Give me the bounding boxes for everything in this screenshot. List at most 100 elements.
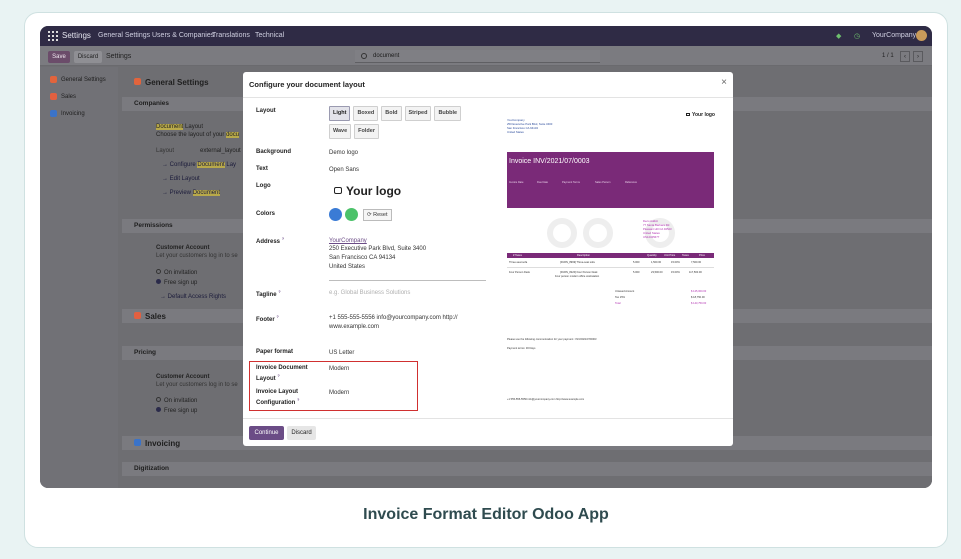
reset-colors-button[interactable]: ⟳ Reset: [363, 209, 392, 221]
invoicing-icon: [134, 439, 141, 446]
general-settings-icon: [50, 76, 57, 83]
preview-col: Taxes: [682, 254, 689, 257]
close-icon[interactable]: ×: [721, 77, 727, 88]
radio-icon: [156, 269, 161, 274]
image-caption: Invoice Format Editor Odoo App: [363, 506, 609, 523]
preview-header-field: Sales Person: [595, 181, 611, 184]
logo-label: Logo: [256, 183, 271, 189]
preview-payment-terms: Payment terms: 30 Days: [507, 347, 536, 350]
address-line-1: 250 Executive Park Blvd, Suite 3400: [329, 246, 427, 252]
layout-label: Layout: [256, 108, 276, 114]
sidebar-item-sales[interactable]: Sales: [50, 93, 76, 100]
primary-color-swatch[interactable]: [329, 208, 342, 221]
sidebar-item-label: Invoicing: [61, 111, 85, 118]
preview-company-line: United States: [507, 130, 524, 134]
preview-table-header: # Taxes Description Quantity Unit Price …: [507, 253, 714, 258]
discard-button[interactable]: Discard: [74, 51, 102, 63]
document-layout-dialog: Configure your document layout × Layout …: [243, 72, 733, 446]
pricing-heading: Pricing: [134, 349, 157, 356]
free-signup-radio-2[interactable]: Free sign up: [156, 407, 197, 414]
sidebar-item-label: General Settings: [61, 77, 106, 84]
sidebar-item-invoicing[interactable]: Invoicing: [50, 110, 85, 117]
dialog-divider: [243, 97, 733, 98]
avatar[interactable]: [916, 30, 927, 41]
menu-technical[interactable]: Technical: [255, 32, 284, 39]
preview-col: Price: [699, 254, 705, 257]
paper-format-select[interactable]: US Letter: [329, 349, 354, 358]
company-switcher[interactable]: YourCompany: [872, 32, 916, 39]
customer-account-title: Customer Account: [156, 245, 210, 251]
footer-line-2[interactable]: www.example.com: [329, 323, 379, 332]
menu-translations[interactable]: Translations: [212, 32, 250, 39]
page-title: Settings: [106, 53, 132, 60]
colors-label: Colors: [256, 211, 276, 217]
dialog-footer-divider: [243, 418, 733, 419]
background-select[interactable]: Demo logo: [329, 149, 358, 158]
footer-line-1[interactable]: +1 555-555-5556 info@yourcompany.com htt…: [329, 314, 458, 323]
layout-option-boxed[interactable]: Boxed: [353, 106, 379, 121]
digitization-heading: Digitization: [134, 465, 170, 472]
layout-option-bubble[interactable]: Bubble: [434, 106, 462, 121]
chat-icon[interactable]: ◆: [836, 32, 841, 40]
preview-row-divider: [507, 267, 714, 268]
preview-footer: +1 555-555-5556 info@yourcompany.com htt…: [507, 398, 585, 401]
free-signup-radio[interactable]: Free sign up: [156, 279, 197, 286]
camera-icon: [334, 187, 342, 194]
preview-header-field: Payment Terms: [562, 181, 580, 184]
save-button[interactable]: Save: [48, 51, 70, 63]
companies-heading: Companies: [134, 100, 170, 107]
tagline-input[interactable]: e.g. Global Business Solutions: [329, 289, 410, 298]
preview-col: # Taxes: [513, 254, 522, 257]
dialog-discard-button[interactable]: Discard: [287, 426, 316, 440]
preview-payment-note: Please use the following communication f…: [507, 338, 597, 341]
on-invitation-radio[interactable]: On invitation: [156, 269, 197, 276]
reset-icon: ⟳: [367, 212, 372, 218]
layout-option-light[interactable]: Light: [329, 106, 351, 121]
text-font-select[interactable]: Open Sans: [329, 166, 359, 175]
customer-account-title-2: Customer Account: [156, 374, 210, 380]
camera-icon: [686, 113, 691, 116]
tagline-label: Tagline ?: [256, 289, 281, 298]
preview-col: Description: [577, 254, 590, 257]
preview-document-link[interactable]: → Preview Document: [162, 190, 221, 196]
edit-layout-link[interactable]: → Edit Layout: [162, 176, 200, 182]
apps-menu-icon[interactable]: [48, 31, 58, 41]
layout-option-folder[interactable]: Folder: [354, 124, 379, 139]
sidebar-item-general-settings[interactable]: General Settings: [50, 76, 106, 83]
invoicing-icon: [50, 110, 57, 117]
menu-general-settings[interactable]: General Settings: [98, 32, 150, 39]
preview-watermark-circle: [583, 218, 613, 248]
continue-button[interactable]: Continue: [249, 426, 284, 440]
sidebar-item-label: Sales: [61, 94, 77, 101]
pager-prev-icon[interactable]: ‹: [900, 51, 910, 62]
on-invitation-radio-2[interactable]: On invitation: [156, 397, 197, 404]
preview-partner-line: US12345677: [643, 235, 660, 239]
sales-heading: Sales: [134, 312, 166, 321]
layout-option-wave[interactable]: Wave: [329, 124, 352, 139]
brand-label[interactable]: Settings: [62, 31, 91, 40]
search-input[interactable]: document: [355, 50, 600, 63]
pager-value: 1 / 1: [882, 53, 894, 59]
settings-sidebar: [40, 67, 118, 488]
default-access-rights-link[interactable]: → Default Access Rights: [160, 294, 226, 300]
address-label: Address ?: [256, 236, 285, 245]
top-navbar: Settings General Settings Users & Compan…: [40, 26, 932, 46]
search-icon: [361, 53, 367, 59]
layout-option-bold[interactable]: Bold: [381, 106, 402, 121]
document-layout-title: Document Layout: [156, 124, 204, 130]
invoicing-heading: Invoicing: [134, 439, 180, 448]
permissions-heading: Permissions: [134, 222, 173, 229]
logo-upload[interactable]: Your logo: [334, 184, 401, 198]
customer-account-desc: Let your customers log in to se: [156, 253, 238, 259]
layout-options: Light Boxed Bold Striped Bubble Wave Folder: [329, 106, 479, 142]
invoice-preview: YourCompany 250 Executive Park Blvd, Sui…: [505, 104, 715, 412]
activity-icon[interactable]: ◷: [854, 32, 860, 40]
layout-option-striped[interactable]: Striped: [404, 106, 432, 121]
menu-users-companies[interactable]: Users & Companies: [152, 32, 214, 39]
preview-invoice-title: Invoice INV/2021/07/0003: [509, 158, 590, 165]
configure-document-layout-link[interactable]: → Configure Document Lay: [162, 162, 236, 168]
secondary-color-swatch[interactable]: [345, 208, 358, 221]
pager-next-icon[interactable]: ›: [913, 51, 923, 62]
highlight-box: [249, 361, 418, 411]
address-divider: [329, 280, 486, 281]
